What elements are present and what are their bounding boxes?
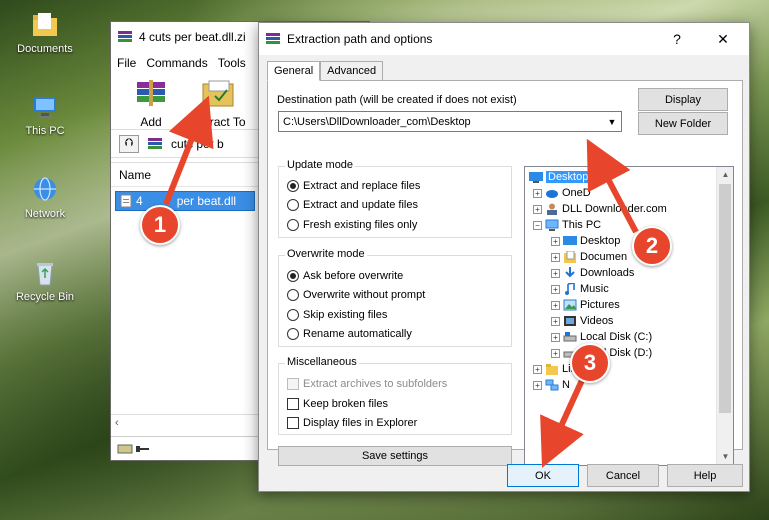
- arrow-3: [540, 376, 586, 468]
- step-marker-3: 3: [570, 343, 610, 383]
- arrow-1: [163, 95, 214, 206]
- arrow-2: [586, 138, 639, 234]
- tab-general[interactable]: General: [267, 61, 321, 81]
- step-marker-1: 1: [140, 205, 180, 245]
- step-marker-2: 2: [632, 226, 672, 266]
